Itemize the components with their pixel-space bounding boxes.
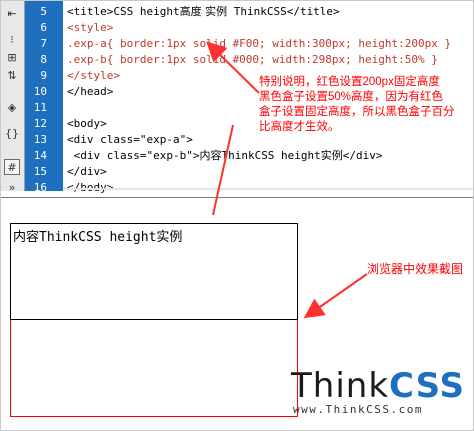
annotation-line: 比高度才生效。 [259, 121, 340, 133]
logo-think: Think [291, 366, 390, 406]
code-token: </head> [67, 85, 114, 98]
line-number: 7 [40, 37, 47, 50]
code-editor[interactable]: ⇤ ⁝ ⊞ ⇅ ◈ {} # » 5 6 7 8 9 10 11 12 13 14 15 16 <ti… [1, 1, 473, 197]
expand-all-icon[interactable]: ⇅ [4, 67, 20, 83]
code-line: </style> [67, 68, 120, 84]
line-number: 5 [40, 5, 47, 18]
code-token: .exp-a{ border:1px solid #F00; width:300… [67, 37, 452, 50]
select-parent-tag-icon[interactable]: ◈ [4, 99, 20, 115]
line-number: 12 [33, 117, 47, 130]
line-number: 16 [33, 181, 47, 194]
code-token: <style> [67, 21, 114, 34]
annotation-note: 特别说明，红色设置200px固定高度 黑色盒子设置50%高度，因为有红色 盒子设… [259, 75, 459, 135]
editor-bottom-edge [63, 188, 473, 190]
code-line: <body> [67, 116, 107, 132]
code-line: <div class="exp-a"> [67, 132, 193, 148]
code-token: <div class="exp-a"> [67, 133, 193, 146]
preview-caption: 浏览器中效果截图 [367, 262, 464, 276]
preview-box-text: 内容ThinkCSS height实例 [13, 230, 183, 245]
annotation-line: 特别说明，红色设置200px固定高度 [259, 76, 440, 88]
collapse-selection-icon[interactable]: ⊞ [4, 49, 20, 65]
code-token: <div class="exp-b"> [67, 149, 200, 162]
line-number-gutter: 5 6 7 8 9 10 11 12 13 14 15 16 [25, 1, 63, 194]
code-token: <body> [67, 117, 107, 130]
code-token: </div> [342, 149, 383, 162]
code-collapse-icon[interactable]: ⇤ [4, 5, 20, 21]
line-number: 8 [40, 53, 47, 66]
line-number: 13 [33, 133, 47, 146]
screenshot-frame: ⇤ ⁝ ⊞ ⇅ ◈ {} # » 5 6 7 8 9 10 11 12 13 14 15 16 <ti… [0, 0, 474, 431]
code-token: </div> [67, 165, 107, 178]
code-line: </head> [67, 84, 113, 100]
line-number: 9 [40, 69, 47, 82]
logo-css: CSS [389, 366, 466, 406]
code-line: .exp-b{ border:1px solid #000; width:298… [67, 52, 438, 68]
code-token: <title>CSS height [67, 5, 180, 18]
thinkcss-logo: ThinkCSS www.ThinkCSS.com [291, 368, 465, 416]
line-number: 15 [33, 165, 47, 178]
code-line: <div class="exp-b">内容ThinkCSS height实例</… [67, 148, 383, 164]
balance-braces-icon[interactable]: {} [4, 125, 20, 141]
code-line: .exp-a{ border:1px solid #F00; width:300… [67, 36, 451, 52]
code-token: </style> [67, 69, 120, 82]
code-token: .exp-b{ border:1px solid #000; width:298… [67, 53, 438, 66]
code-line: <title>CSS height高度 实例 ThinkCSS</title> [67, 4, 340, 20]
coding-toolbar: ⇤ ⁝ ⊞ ⇅ ◈ {} # » [1, 1, 25, 194]
line-number: 11 [33, 101, 47, 114]
code-token: 内容 [199, 149, 222, 162]
code-token: ThinkCSS</title> [227, 5, 340, 18]
annotation-line: 黑色盒子设置50%高度，因为有红色 [259, 91, 444, 103]
line-number: 6 [40, 21, 47, 34]
code-token: 高度 实例 [179, 5, 228, 18]
code-token: ThinkCSS height [221, 149, 321, 162]
pane-divider [1, 197, 473, 212]
collapse-full-tag-icon[interactable]: ⁝ [4, 31, 20, 47]
annotation-line: 盒子设置固定高度，所以黑色盒子百分 [259, 106, 455, 118]
more-icon[interactable]: » [4, 179, 20, 195]
line-number: 14 [33, 149, 47, 162]
code-line: <style> [67, 20, 113, 36]
line-numbers-icon[interactable]: # [4, 159, 20, 175]
line-number: 10 [33, 85, 47, 98]
code-line: </div> [67, 164, 107, 180]
code-token: 实例 [320, 149, 343, 162]
